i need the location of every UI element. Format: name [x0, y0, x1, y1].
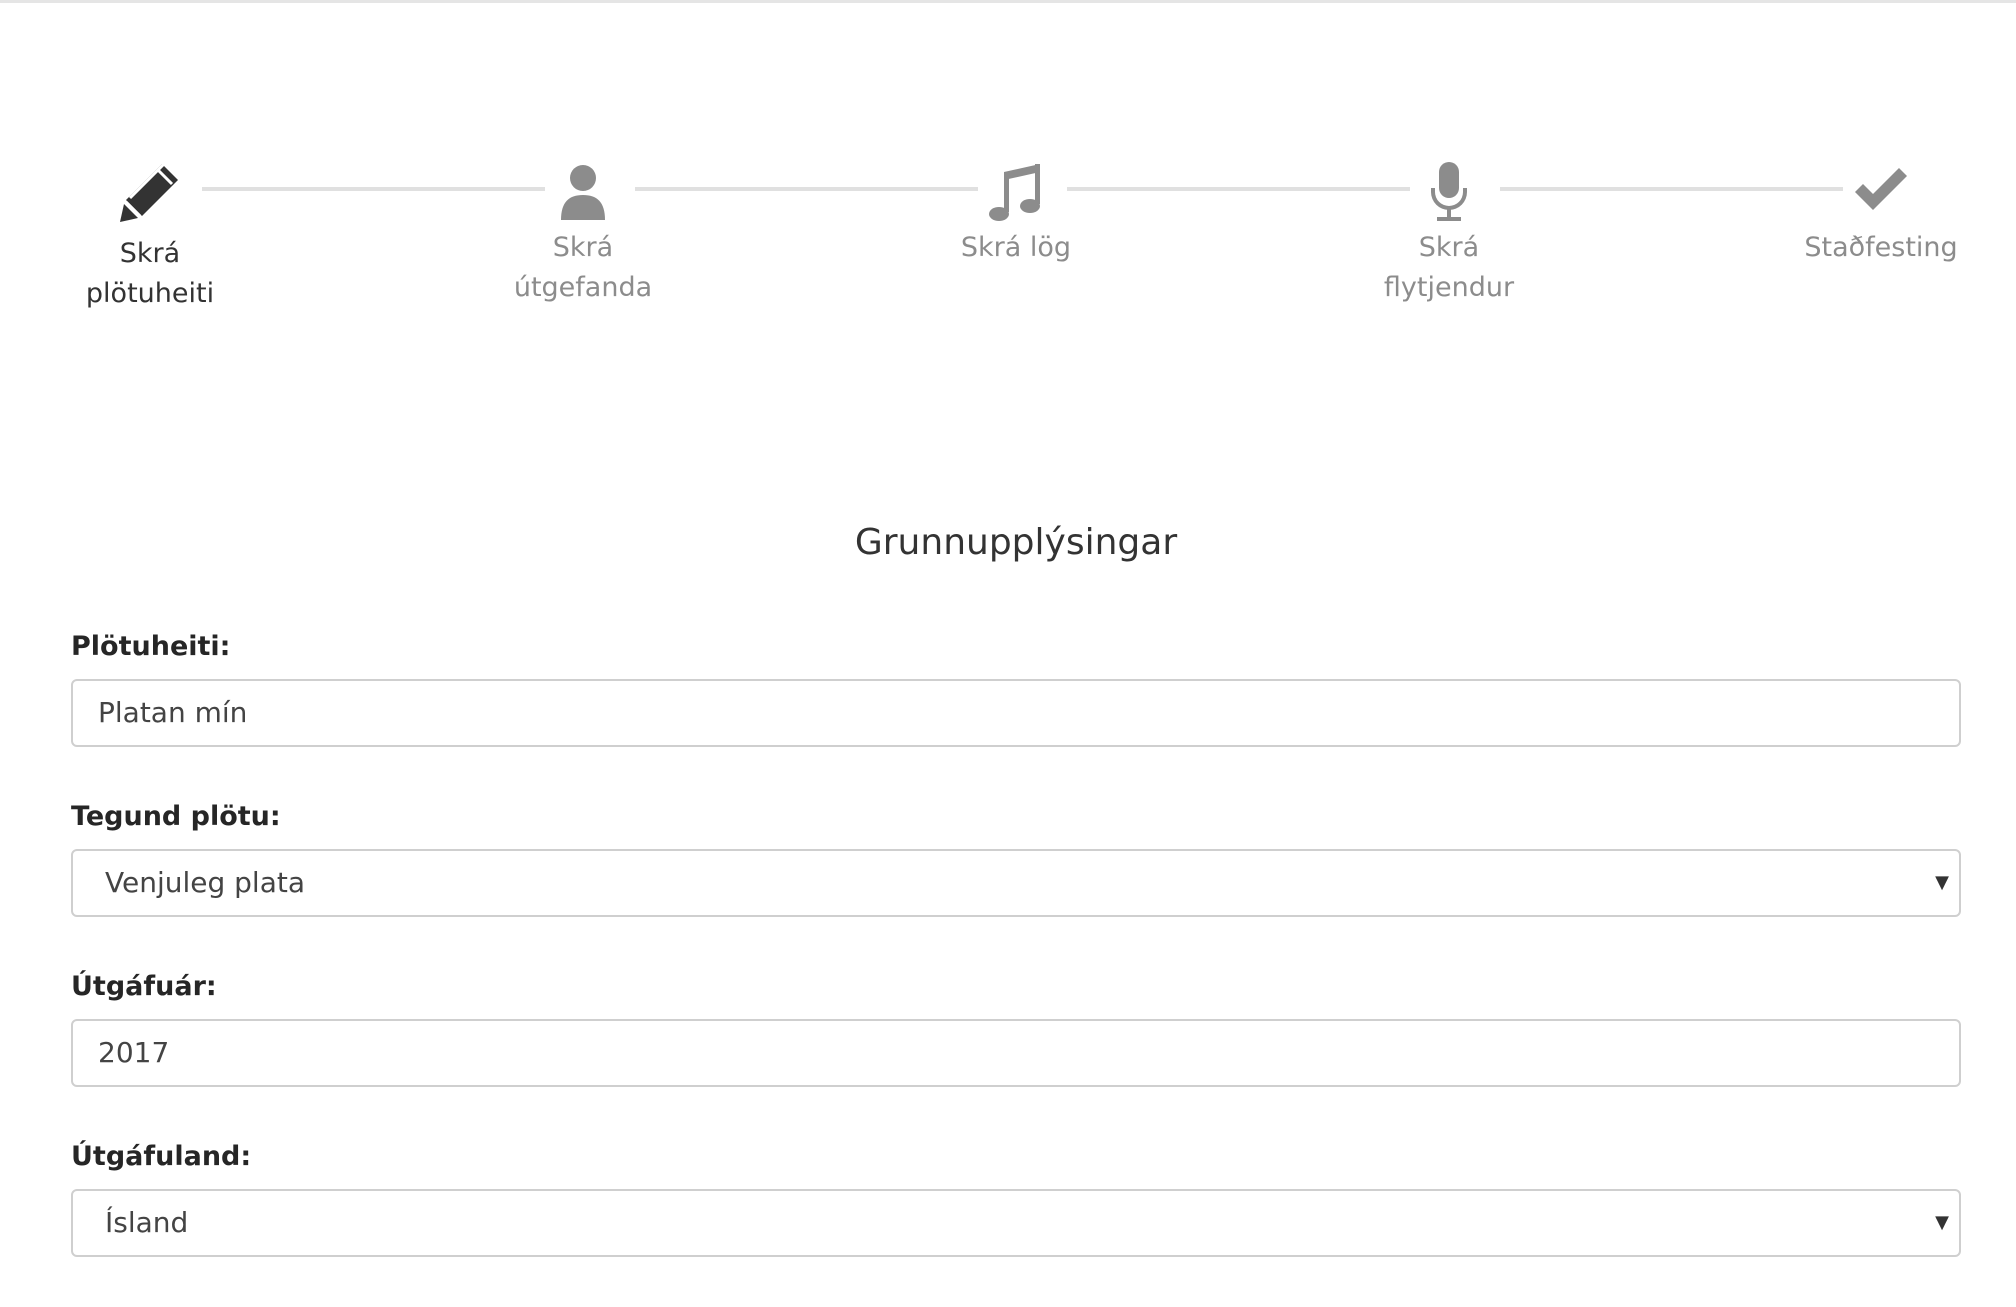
step-label: plötuheiti: [85, 278, 215, 309]
step-label: Skrá lög: [960, 232, 1072, 263]
section-title: Grunnupplýsingar: [854, 522, 1178, 563]
user-icon: [561, 165, 605, 220]
step-register-publisher[interactable]: Skrá útgefanda: [453, 160, 713, 308]
step-label: flytjendur: [1383, 272, 1515, 303]
chevron-down-icon: ▼: [1935, 1212, 1949, 1233]
step-confirmation[interactable]: Staðfesting: [1751, 160, 2011, 268]
step-label: Staðfesting: [1804, 232, 1958, 263]
step-label: Skrá: [119, 238, 181, 269]
release-country-selected: Ísland: [105, 1206, 189, 1239]
checkmark-icon: [1855, 168, 1907, 210]
album-title-input[interactable]: Platan mín: [71, 679, 1961, 747]
step-label: útgefanda: [513, 272, 653, 303]
pencil-icon: [120, 162, 178, 222]
release-country-select[interactable]: Ísland ▼: [71, 1189, 1961, 1257]
step-register-tracks[interactable]: Skrá lög: [886, 160, 1146, 268]
release-country-label: Útgáfuland:: [71, 1141, 252, 1172]
album-type-label: Tegund plötu:: [71, 801, 281, 832]
album-title-field: Plötuheiti: Platan mín: [71, 627, 1961, 747]
release-year-value: 2017: [98, 1036, 170, 1069]
album-type-select[interactable]: Venjuleg plata ▼: [71, 849, 1961, 917]
release-year-input[interactable]: 2017: [71, 1019, 1961, 1087]
album-title-label: Plötuheiti:: [71, 631, 231, 662]
album-type-field: Tegund plötu: Venjuleg plata ▼: [71, 797, 1961, 917]
step-label: Skrá: [552, 232, 614, 263]
chevron-down-icon: ▼: [1935, 872, 1949, 893]
step-label: Skrá: [1418, 232, 1480, 263]
album-title-value: Platan mín: [98, 696, 248, 729]
step-register-performers[interactable]: Skrá flytjendur: [1319, 160, 1579, 308]
release-year-label: Útgáfuár:: [71, 971, 217, 1002]
progress-stepper: Skrá plötuheiti Skrá útgefanda Skrá lög: [0, 0, 2016, 360]
release-year-field: Útgáfuár: 2017: [71, 967, 1961, 1087]
release-country-field: Útgáfuland: Ísland ▼: [71, 1137, 1961, 1257]
album-type-selected: Venjuleg plata: [105, 866, 306, 899]
step-register-album-title[interactable]: Skrá plötuheiti: [20, 160, 280, 314]
music-note-icon: [989, 164, 1040, 221]
microphone-icon: [1431, 162, 1467, 221]
album-basic-info-form: Plötuheiti: Platan mín Tegund plötu: Ven…: [71, 627, 1961, 1307]
